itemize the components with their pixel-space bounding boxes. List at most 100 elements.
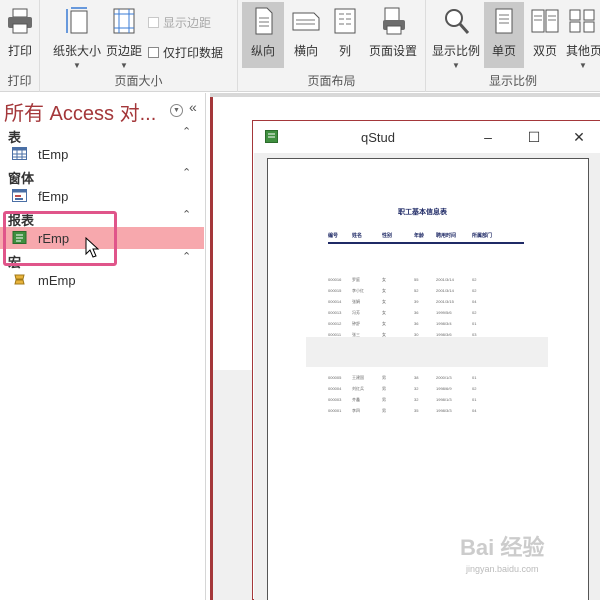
nav-section-forms[interactable]: 窗体 ⌃ xyxy=(0,166,204,186)
table-icon xyxy=(12,147,27,160)
table-cell: 女 xyxy=(382,321,386,326)
margins-button[interactable]: 页边距 ▼ xyxy=(104,2,144,70)
table-row: 000014 张娟 女 39 2001/3/15 04 xyxy=(328,299,588,307)
table-cell: 女 xyxy=(382,288,386,293)
page-setup-button[interactable]: 页面设置 xyxy=(364,2,422,68)
collapse-pane-icon[interactable]: « xyxy=(189,99,197,115)
chevron-down-icon: ▼ xyxy=(73,61,81,70)
report-header-cell: 所属部门 xyxy=(472,233,493,239)
table-cell: 02 xyxy=(472,386,477,391)
table-cell: 000014 xyxy=(328,299,342,304)
portrait-button[interactable]: 纵向 xyxy=(242,2,284,68)
nav-pane-title[interactable]: 所有 Access 对... xyxy=(4,97,156,126)
group-label-page-layout: 页面布局 xyxy=(307,74,356,88)
magnifier-icon xyxy=(445,9,470,34)
table-cell: 罗庭 xyxy=(352,277,360,282)
table-cell: 01 xyxy=(472,321,477,326)
print-group: 打印 打印 xyxy=(0,0,40,92)
show-margins-checkbox[interactable]: 显示边距 xyxy=(148,14,211,31)
landscape-icon xyxy=(292,12,320,31)
print-preview-window: qStud – ☐ ✕ 职工基本信息表 编号 姓名 性别 年龄 聘用时间 所属部… xyxy=(252,120,600,600)
chevron-down-icon[interactable]: ▼ xyxy=(170,104,183,117)
watermark-url: jingyan.baidu.com xyxy=(466,564,539,574)
print-data-only-checkbox[interactable]: 仅打印数据 xyxy=(148,44,223,61)
report-header-divider xyxy=(328,242,524,244)
chevron-down-icon: ▼ xyxy=(579,61,587,68)
ribbon: 打印 打印 纸张大小 ▼ 页边距 ▼ 显示边距 仅打印数据 页面大小 纵向 横向… xyxy=(0,0,600,92)
chevron-down-icon: ▼ xyxy=(120,61,128,70)
page-setup-icon xyxy=(383,7,405,35)
page-size-group: 纸张大小 ▼ 页边距 ▼ 显示边距 仅打印数据 页面大小 xyxy=(40,0,238,92)
table-cell: 32 xyxy=(414,397,419,402)
checkbox-box xyxy=(148,47,159,58)
table-cell: 2000/1/3 xyxy=(436,375,452,380)
table-row: 000013 冯芳 女 36 1999/5/6 02 xyxy=(328,310,588,318)
landscape-button[interactable]: 横向 xyxy=(286,2,326,68)
table-cell: 39 xyxy=(414,299,419,304)
table-cell: 女 xyxy=(382,332,386,337)
maximize-icon[interactable]: ☐ xyxy=(524,127,544,147)
watermark-text: Bai 经验 xyxy=(460,535,545,560)
table-cell: 2001/3/14 xyxy=(436,277,454,282)
one-page-icon xyxy=(495,8,513,34)
table-cell: 男 xyxy=(382,375,386,380)
chevron-up-icon[interactable]: ⌃ xyxy=(182,166,191,179)
report-title: 职工基本信息表 xyxy=(398,209,447,216)
margins-icon xyxy=(113,8,135,34)
watermark: Bai 经验 jingyan.baidu.com xyxy=(460,530,600,580)
report-header-cell: 编号 xyxy=(328,233,339,239)
table-row: 000016 罗庭 女 55 2001/3/14 02 xyxy=(328,277,588,285)
minimize-icon[interactable]: – xyxy=(478,127,498,147)
portrait-icon xyxy=(255,7,273,35)
table-cell: 35 xyxy=(414,408,419,413)
checkbox-box xyxy=(148,17,159,28)
table-cell: 1998/3/3 xyxy=(436,408,452,413)
table-cell: 38 xyxy=(414,375,419,380)
paper-size-button[interactable]: 纸张大小 ▼ xyxy=(50,2,104,70)
chevron-up-icon[interactable]: ⌃ xyxy=(182,125,191,138)
chevron-down-icon: ▼ xyxy=(452,61,460,70)
zoom-button[interactable]: 显示比例 ▼ xyxy=(430,2,482,70)
table-cell: 04 xyxy=(472,299,477,304)
report-header-row: 编号 姓名 性别 年龄 聘用时间 所属部门 xyxy=(328,232,588,242)
table-cell: 000001 xyxy=(328,408,342,413)
chevron-up-icon[interactable]: ⌃ xyxy=(182,250,191,263)
mouse-cursor-icon xyxy=(85,237,100,258)
columns-button[interactable]: 列 xyxy=(330,2,360,68)
table-cell: 冯芳 xyxy=(352,310,360,315)
table-cell: 30 xyxy=(414,332,419,337)
table-cell: 000011 xyxy=(328,332,342,337)
two-pages-button[interactable]: 双页 xyxy=(526,2,564,68)
nav-section-tables[interactable]: 表 ⌃ xyxy=(0,125,204,145)
table-cell: 000003 xyxy=(328,397,342,402)
table-cell: 钟舒 xyxy=(352,321,360,326)
table-cell: 1999/5/6 xyxy=(436,310,452,315)
table-cell: 刘红兵 xyxy=(352,386,364,391)
table-cell: 齐鑫 xyxy=(352,397,360,402)
table-cell: 李四 xyxy=(352,408,360,413)
table-cell: 男 xyxy=(382,397,386,402)
table-cell: 03 xyxy=(472,332,477,337)
table-row: 000003 齐鑫 男 32 1998/1/3 01 xyxy=(328,397,588,405)
table-cell: 52 xyxy=(414,288,419,293)
navigation-pane: 所有 Access 对... ▼ « 表 ⌃ tEmp 窗体 ⌃ fEmp 报表… xyxy=(0,93,206,600)
table-cell: 36 xyxy=(414,310,419,315)
nav-item-femp[interactable]: fEmp xyxy=(0,185,204,207)
close-icon[interactable]: ✕ xyxy=(569,127,589,147)
print-button[interactable]: 打印 xyxy=(2,2,38,68)
table-cell: 000005 xyxy=(328,375,342,380)
one-page-button[interactable]: 单页 xyxy=(484,2,524,68)
more-pages-icon xyxy=(569,9,595,33)
printer-icon xyxy=(8,8,32,34)
page-layout-group: 纵向 横向 列 页面设置 页面布局 xyxy=(238,0,426,92)
chevron-up-icon[interactable]: ⌃ xyxy=(182,208,191,221)
table-cell: 000016 xyxy=(328,277,342,282)
nav-item-temp[interactable]: tEmp xyxy=(0,143,204,165)
table-row: 000011 张三 女 30 1998/3/6 03 xyxy=(328,332,588,340)
table-row: 000001 李四 男 35 1998/3/3 04 xyxy=(328,408,588,416)
more-pages-button[interactable]: 其他页 ▼ xyxy=(566,2,600,68)
table-cell: 张三 xyxy=(352,332,360,337)
group-label-zoom: 显示比例 xyxy=(488,74,537,88)
nav-item-memp[interactable]: mEmp xyxy=(0,269,204,291)
paper-size-icon xyxy=(66,7,88,34)
